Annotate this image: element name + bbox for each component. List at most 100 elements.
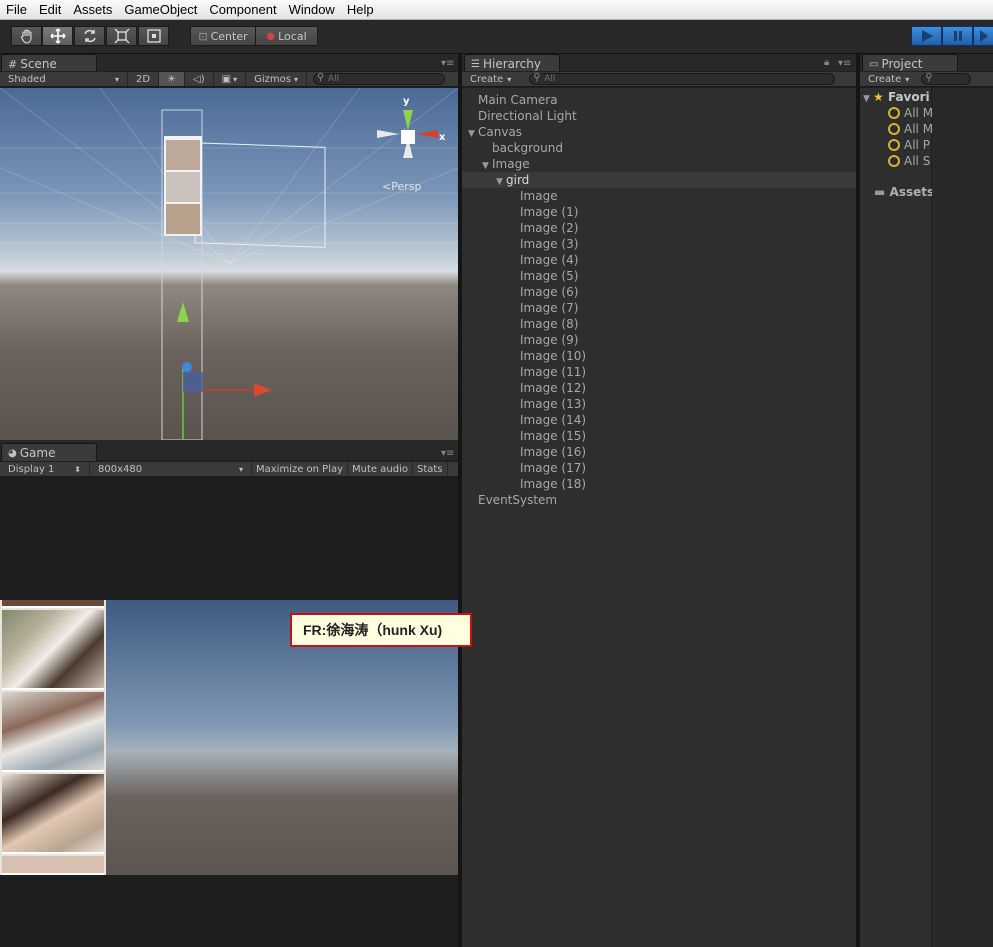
- shading-dropdown[interactable]: Shaded ▾: [0, 72, 128, 86]
- hierarchy-item-label: Image (5): [520, 269, 579, 283]
- scale-tool-button[interactable]: [106, 26, 137, 46]
- favorite-item[interactable]: All M: [888, 105, 933, 121]
- hierarchy-item[interactable]: EventSystem: [462, 492, 856, 508]
- hierarchy-item[interactable]: Image: [462, 188, 856, 204]
- hierarchy-item[interactable]: ▼ Image: [462, 156, 856, 172]
- rect-tool-button[interactable]: [138, 26, 169, 46]
- hierarchy-menu-icon[interactable]: ▾≡: [838, 58, 851, 69]
- scene-view[interactable]: y x <Persp: [0, 88, 458, 440]
- scene-search-input[interactable]: All: [312, 72, 445, 85]
- project-toolbar: Create ▾: [860, 71, 993, 87]
- scene-menu-icon[interactable]: ▾≡: [441, 58, 454, 69]
- hierarchy-tab-label: Hierarchy: [482, 57, 541, 71]
- favorite-item[interactable]: All S: [888, 153, 930, 169]
- project-create-dropdown[interactable]: Create ▾: [860, 72, 917, 86]
- mute-audio-toggle[interactable]: Mute audio: [348, 462, 413, 476]
- hierarchy-item-label: Image (17): [520, 461, 587, 475]
- hierarchy-item[interactable]: Image (5): [462, 268, 856, 284]
- resolution-dropdown[interactable]: 800x480 ▾: [90, 462, 252, 476]
- rotate-tool-button[interactable]: [74, 26, 105, 46]
- persp-label[interactable]: <Persp: [382, 180, 421, 193]
- hierarchy-item[interactable]: Image (8): [462, 316, 856, 332]
- hierarchy-item[interactable]: Image (3): [462, 236, 856, 252]
- hierarchy-search-input[interactable]: All: [529, 72, 836, 85]
- hand-tool-button[interactable]: [11, 26, 42, 46]
- grid-image: [2, 692, 104, 772]
- scene-orientation-gizmo[interactable]: y x: [375, 96, 450, 176]
- hierarchy-item[interactable]: Image (18): [462, 476, 856, 492]
- menu-component[interactable]: Component: [203, 2, 282, 17]
- audio-toggle[interactable]: ◁): [185, 72, 214, 86]
- maximize-on-play-toggle[interactable]: Maximize on Play: [252, 462, 349, 476]
- hierarchy-item[interactable]: Image (13): [462, 396, 856, 412]
- display-dropdown[interactable]: Display 1 ⬍: [0, 462, 90, 476]
- scene-toolbar: Shaded▾ 2D ☀ ◁) ▣▾ Gizmos▾ All: [0, 71, 458, 87]
- menu-gameobject[interactable]: GameObject: [118, 2, 203, 17]
- hierarchy-item[interactable]: Image (11): [462, 364, 856, 380]
- lock-icon[interactable]: 🔒︎: [824, 57, 829, 68]
- hierarchy-item[interactable]: Image (1): [462, 204, 856, 220]
- list-icon: ☰: [471, 58, 480, 70]
- persp-arrow-icon: <: [382, 180, 392, 193]
- favorite-item[interactable]: All P: [888, 137, 930, 153]
- menu-file[interactable]: File: [0, 2, 33, 17]
- game-toolbar: Display 1 ⬍ 800x480 ▾ Maximize on Play Mut…: [0, 461, 458, 477]
- hierarchy-item[interactable]: Image (15): [462, 428, 856, 444]
- local-space-icon: ●: [266, 30, 276, 42]
- game-menu-icon[interactable]: ▾≡: [441, 448, 454, 459]
- pivot-center-button[interactable]: ⊡ Center: [190, 26, 256, 46]
- hierarchy-item-label: Image (9): [520, 333, 579, 347]
- hierarchy-item[interactable]: ▼ gird: [462, 172, 856, 188]
- hierarchy-item[interactable]: Image (4): [462, 252, 856, 268]
- hierarchy-item[interactable]: Image (7): [462, 300, 856, 316]
- hierarchy-item[interactable]: background: [462, 140, 856, 156]
- tab-hierarchy[interactable]: ☰ Hierarchy: [464, 54, 560, 72]
- pause-button[interactable]: [942, 26, 973, 46]
- hierarchy-item-label: Image (6): [520, 285, 579, 299]
- hierarchy-item-label: Image (4): [520, 253, 579, 267]
- menu-window[interactable]: Window: [283, 2, 341, 17]
- gizmos-dropdown[interactable]: Gizmos ▾: [246, 72, 307, 86]
- search-icon: [888, 138, 900, 151]
- menu-edit[interactable]: Edit: [33, 2, 67, 17]
- tab-scene[interactable]: # Scene: [1, 54, 97, 72]
- sun-icon: ☀: [167, 73, 177, 85]
- axis-y-label: y: [403, 96, 410, 107]
- 2d-toggle[interactable]: 2D: [128, 72, 160, 86]
- dropdown-arrow-icon: ▾: [233, 74, 238, 84]
- hierarchy-item[interactable]: Image (9): [462, 332, 856, 348]
- favorite-item[interactable]: All M: [888, 121, 933, 137]
- hierarchy-item[interactable]: Image (6): [462, 284, 856, 300]
- effects-dropdown[interactable]: ▣ ▾: [214, 72, 247, 86]
- hierarchy-item[interactable]: Image (16): [462, 444, 856, 460]
- hierarchy-item-label: Canvas: [478, 125, 523, 139]
- tab-game[interactable]: ◕ Game: [1, 443, 97, 461]
- lighting-toggle[interactable]: ☀: [159, 72, 186, 86]
- move-icon: [49, 28, 66, 44]
- assets-folder[interactable]: ▬ Assets: [874, 184, 934, 200]
- favorites-folder[interactable]: ▼ ★ Favori: [863, 89, 930, 105]
- stats-toggle[interactable]: Stats: [413, 462, 448, 476]
- hierarchy-item[interactable]: Directional Light: [462, 108, 856, 124]
- step-button[interactable]: [973, 26, 993, 46]
- space-local-button[interactable]: ● Local: [255, 26, 318, 46]
- hierarchy-item[interactable]: ▼ Canvas: [462, 124, 856, 140]
- hierarchy-item[interactable]: Main Camera: [462, 92, 856, 108]
- hierarchy-item[interactable]: Image (10): [462, 348, 856, 364]
- hierarchy-create-dropdown[interactable]: Create ▾: [462, 72, 519, 86]
- hierarchy-item[interactable]: Image (17): [462, 460, 856, 476]
- grid-image: [2, 856, 104, 875]
- image-grid: [0, 600, 106, 875]
- hierarchy-item[interactable]: Image (2): [462, 220, 856, 236]
- hierarchy-item-label: Image (1): [520, 205, 579, 219]
- hierarchy-toolbar: Create▾ All: [462, 71, 856, 87]
- tab-project[interactable]: ▭ Project: [862, 54, 958, 72]
- hierarchy-item[interactable]: Image (14): [462, 412, 856, 428]
- game-view[interactable]: [0, 477, 458, 947]
- menu-assets[interactable]: Assets: [67, 2, 118, 17]
- play-button[interactable]: [911, 26, 942, 46]
- project-search-input[interactable]: [921, 72, 972, 85]
- move-tool-button[interactable]: [42, 26, 73, 46]
- hierarchy-item[interactable]: Image (12): [462, 380, 856, 396]
- menu-help[interactable]: Help: [341, 2, 380, 17]
